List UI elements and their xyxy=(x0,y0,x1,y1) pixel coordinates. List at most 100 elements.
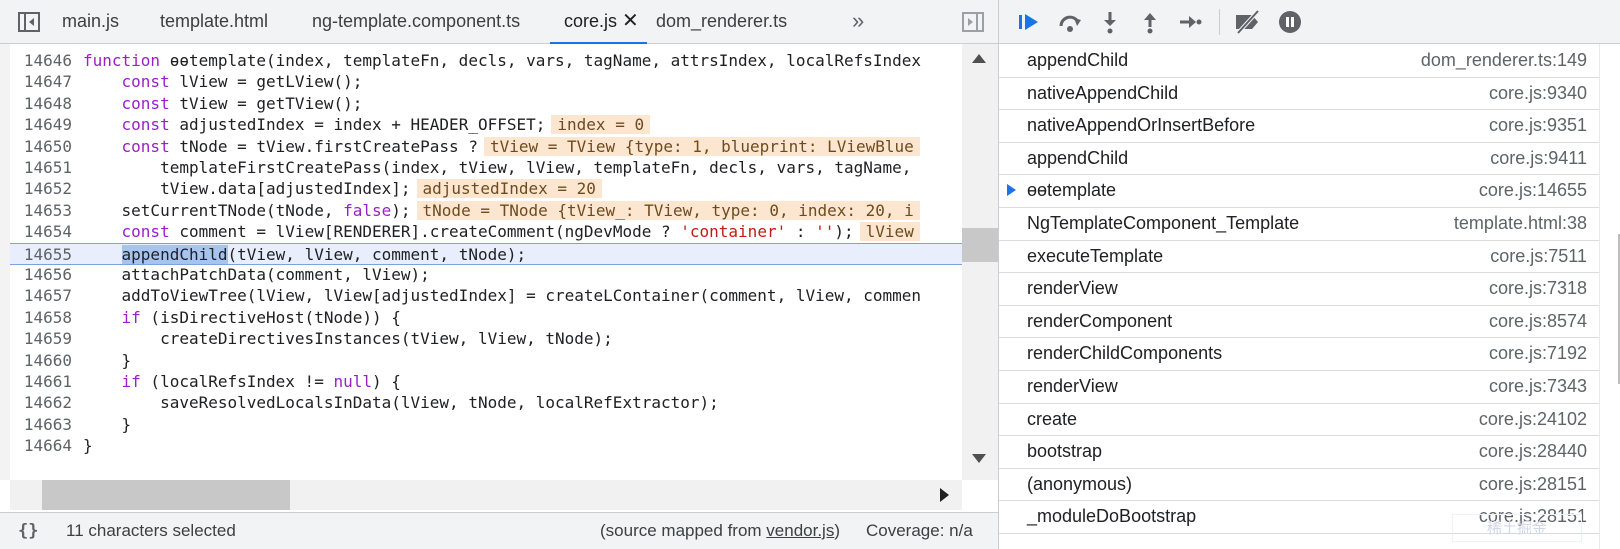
line-number[interactable]: 14660 xyxy=(10,350,72,372)
line-number[interactable]: 14649 xyxy=(10,114,72,136)
line-number[interactable]: 14651 xyxy=(10,157,72,179)
inline-value: index = 0 xyxy=(551,115,651,135)
call-frame-location[interactable]: core.js:9351 xyxy=(1489,109,1587,142)
line-number[interactable]: 14659 xyxy=(10,328,72,350)
call-frame-location[interactable]: core.js:9411 xyxy=(1490,142,1587,175)
code-line[interactable]: 14657 addToViewTree(lView, lView[adjuste… xyxy=(10,285,962,307)
code-view[interactable]: 14646 function ɵɵtemplate(index, template… xyxy=(10,44,962,480)
resume-icon[interactable] xyxy=(1017,10,1043,34)
close-tab-icon[interactable]: ✕ xyxy=(622,0,639,43)
step-out-icon[interactable] xyxy=(1137,10,1163,34)
line-number[interactable]: 14664 xyxy=(10,435,72,457)
editor-vertical-scrollbar[interactable] xyxy=(962,44,998,480)
tab-main-js[interactable]: main.js xyxy=(62,0,119,43)
horizontal-scroll-thumb[interactable] xyxy=(42,480,290,510)
vertical-scroll-thumb[interactable] xyxy=(962,228,998,262)
code-line[interactable]: 14648 const tView = getTView(); xyxy=(10,93,962,115)
code-line[interactable]: 14659 createDirectivesInstances(tView, l… xyxy=(10,328,962,350)
call-frame-location[interactable]: core.js:14655 xyxy=(1479,174,1587,207)
debugger-sidebar: appendChild dom_renderer.ts:149 nativeAppe… xyxy=(999,0,1620,549)
line-number[interactable]: 14655 xyxy=(10,244,72,266)
tab-ng-template-component-ts[interactable]: ng-template.component.ts xyxy=(312,0,520,43)
code-text: setCurrentTNode(tNode, false); tNode = TN… xyxy=(83,200,920,222)
line-number[interactable]: 14654 xyxy=(10,221,72,243)
line-number[interactable]: 14658 xyxy=(10,307,72,329)
call-frame[interactable]: (anonymous) core.js:28151 xyxy=(999,468,1599,502)
call-frame[interactable]: appendChild core.js:9411 xyxy=(999,142,1599,176)
code-line[interactable]: 14660 } xyxy=(10,350,962,372)
call-frame-name: renderView xyxy=(1027,376,1118,396)
line-number[interactable]: 14648 xyxy=(10,93,72,115)
code-line[interactable]: 14653 setCurrentTNode(tNode, false); tNod… xyxy=(10,200,962,222)
debugger-scrollbar[interactable] xyxy=(1599,44,1620,549)
call-frame-location[interactable]: core.js:28440 xyxy=(1479,435,1587,468)
code-line[interactable]: 14654 const comment = lView[RENDERER].cr… xyxy=(10,221,962,243)
call-frame[interactable]: appendChild dom_renderer.ts:149 xyxy=(999,44,1599,78)
tab-dom-renderer-ts[interactable]: dom_renderer.ts xyxy=(656,0,787,43)
call-frame-location[interactable]: core.js:9340 xyxy=(1489,77,1587,110)
call-frame[interactable]: executeTemplate core.js:7511 xyxy=(999,240,1599,274)
call-frame-location[interactable]: core.js:7511 xyxy=(1490,240,1587,273)
call-frame[interactable]: ɵɵtemplate core.js:14655 xyxy=(999,174,1599,208)
line-number[interactable]: 14662 xyxy=(10,392,72,414)
line-number[interactable]: 14646 xyxy=(10,50,72,72)
code-line[interactable]: 14661 if (localRefsIndex != null) { xyxy=(10,371,962,393)
toggle-navigator-icon[interactable] xyxy=(18,12,40,32)
tab-template-html[interactable]: template.html xyxy=(160,0,268,43)
code-line[interactable]: 14656 attachPatchData(comment, lView); xyxy=(10,264,962,286)
editor-horizontal-scrollbar[interactable] xyxy=(10,480,962,510)
pretty-print-icon[interactable]: {} xyxy=(18,513,38,549)
call-frame[interactable]: nativeAppendChild core.js:9340 xyxy=(999,77,1599,111)
line-number[interactable]: 14647 xyxy=(10,71,72,93)
call-frame-location[interactable]: template.html:38 xyxy=(1454,207,1587,240)
scroll-down-arrow-icon[interactable] xyxy=(972,454,986,463)
line-number[interactable]: 14657 xyxy=(10,285,72,307)
call-frame-location[interactable]: dom_renderer.ts:149 xyxy=(1421,44,1587,77)
call-frame-location[interactable]: core.js:28151 xyxy=(1479,468,1587,501)
call-frame[interactable]: renderComponent core.js:8574 xyxy=(999,305,1599,339)
code-line[interactable]: 14662 saveResolvedLocalsInData(lView, tN… xyxy=(10,392,962,414)
tab-core-js[interactable]: core.js xyxy=(549,0,648,44)
code-line[interactable]: 14646 function ɵɵtemplate(index, template… xyxy=(10,50,962,72)
line-number[interactable]: 14661 xyxy=(10,371,72,393)
call-frame-location[interactable]: core.js:7192 xyxy=(1489,337,1587,370)
step-over-icon[interactable] xyxy=(1057,10,1083,34)
code-line[interactable]: 14655 appendChild(tView, lView, comment,… xyxy=(10,242,962,266)
line-number[interactable]: 14653 xyxy=(10,200,72,222)
line-number[interactable]: 14652 xyxy=(10,178,72,200)
deactivate-breakpoints-icon[interactable] xyxy=(1233,10,1263,34)
code-line[interactable]: 14658 if (isDirectiveHost(tNode)) { xyxy=(10,307,962,329)
code-line[interactable]: 14647 const lView = getLView(); xyxy=(10,71,962,93)
line-number[interactable]: 14656 xyxy=(10,264,72,286)
code-line[interactable]: 14649 const adjustedIndex = index + HEAD… xyxy=(10,114,962,136)
line-number[interactable]: 14663 xyxy=(10,414,72,436)
code-line[interactable]: 14652 tView.data[adjustedIndex]; adjusted… xyxy=(10,178,962,200)
pause-on-exceptions-icon[interactable] xyxy=(1277,10,1303,34)
step-icon[interactable] xyxy=(1177,10,1203,34)
scroll-right-arrow-icon[interactable] xyxy=(940,488,949,502)
line-number[interactable]: 14650 xyxy=(10,136,72,158)
call-frame-location[interactable]: core.js:7318 xyxy=(1489,272,1587,305)
code-line[interactable]: 14664} xyxy=(10,435,962,457)
scroll-up-arrow-icon[interactable] xyxy=(972,54,986,63)
more-tabs-button[interactable]: » xyxy=(852,0,864,43)
toggle-debugger-sidebar-icon[interactable] xyxy=(962,12,984,32)
step-into-icon[interactable] xyxy=(1097,10,1123,34)
call-frame[interactable]: create core.js:24102 xyxy=(999,403,1599,437)
call-frame[interactable]: renderView core.js:7343 xyxy=(999,370,1599,404)
code-line[interactable]: 14651 templateFirstCreatePass(index, tVi… xyxy=(10,157,962,179)
call-frame-name: renderView xyxy=(1027,278,1118,299)
call-frame-location[interactable]: core.js:7343 xyxy=(1489,370,1587,403)
call-frame-location[interactable]: core.js:8574 xyxy=(1489,305,1587,338)
call-frame-name: renderChildComponents xyxy=(1027,343,1223,364)
sources-editor-panel: main.js template.html ng-template.componen… xyxy=(0,0,998,549)
call-frame[interactable]: bootstrap core.js:28440 xyxy=(999,435,1599,469)
source-map-link[interactable]: vendor.js xyxy=(766,521,834,540)
call-frame-location[interactable]: core.js:24102 xyxy=(1479,403,1587,436)
code-line[interactable]: 14663 } xyxy=(10,414,962,436)
call-frame[interactable]: nativeAppendOrInsertBefore core.js:9351 xyxy=(999,109,1599,143)
call-frame[interactable]: renderView core.js:7318 xyxy=(999,272,1599,306)
call-frame[interactable]: NgTemplateComponent_Template template.htm… xyxy=(999,207,1599,241)
code-line[interactable]: 14650 const tNode = tView.firstCreatePas… xyxy=(10,136,962,158)
call-frame[interactable]: renderChildComponents core.js:7192 xyxy=(999,337,1599,371)
